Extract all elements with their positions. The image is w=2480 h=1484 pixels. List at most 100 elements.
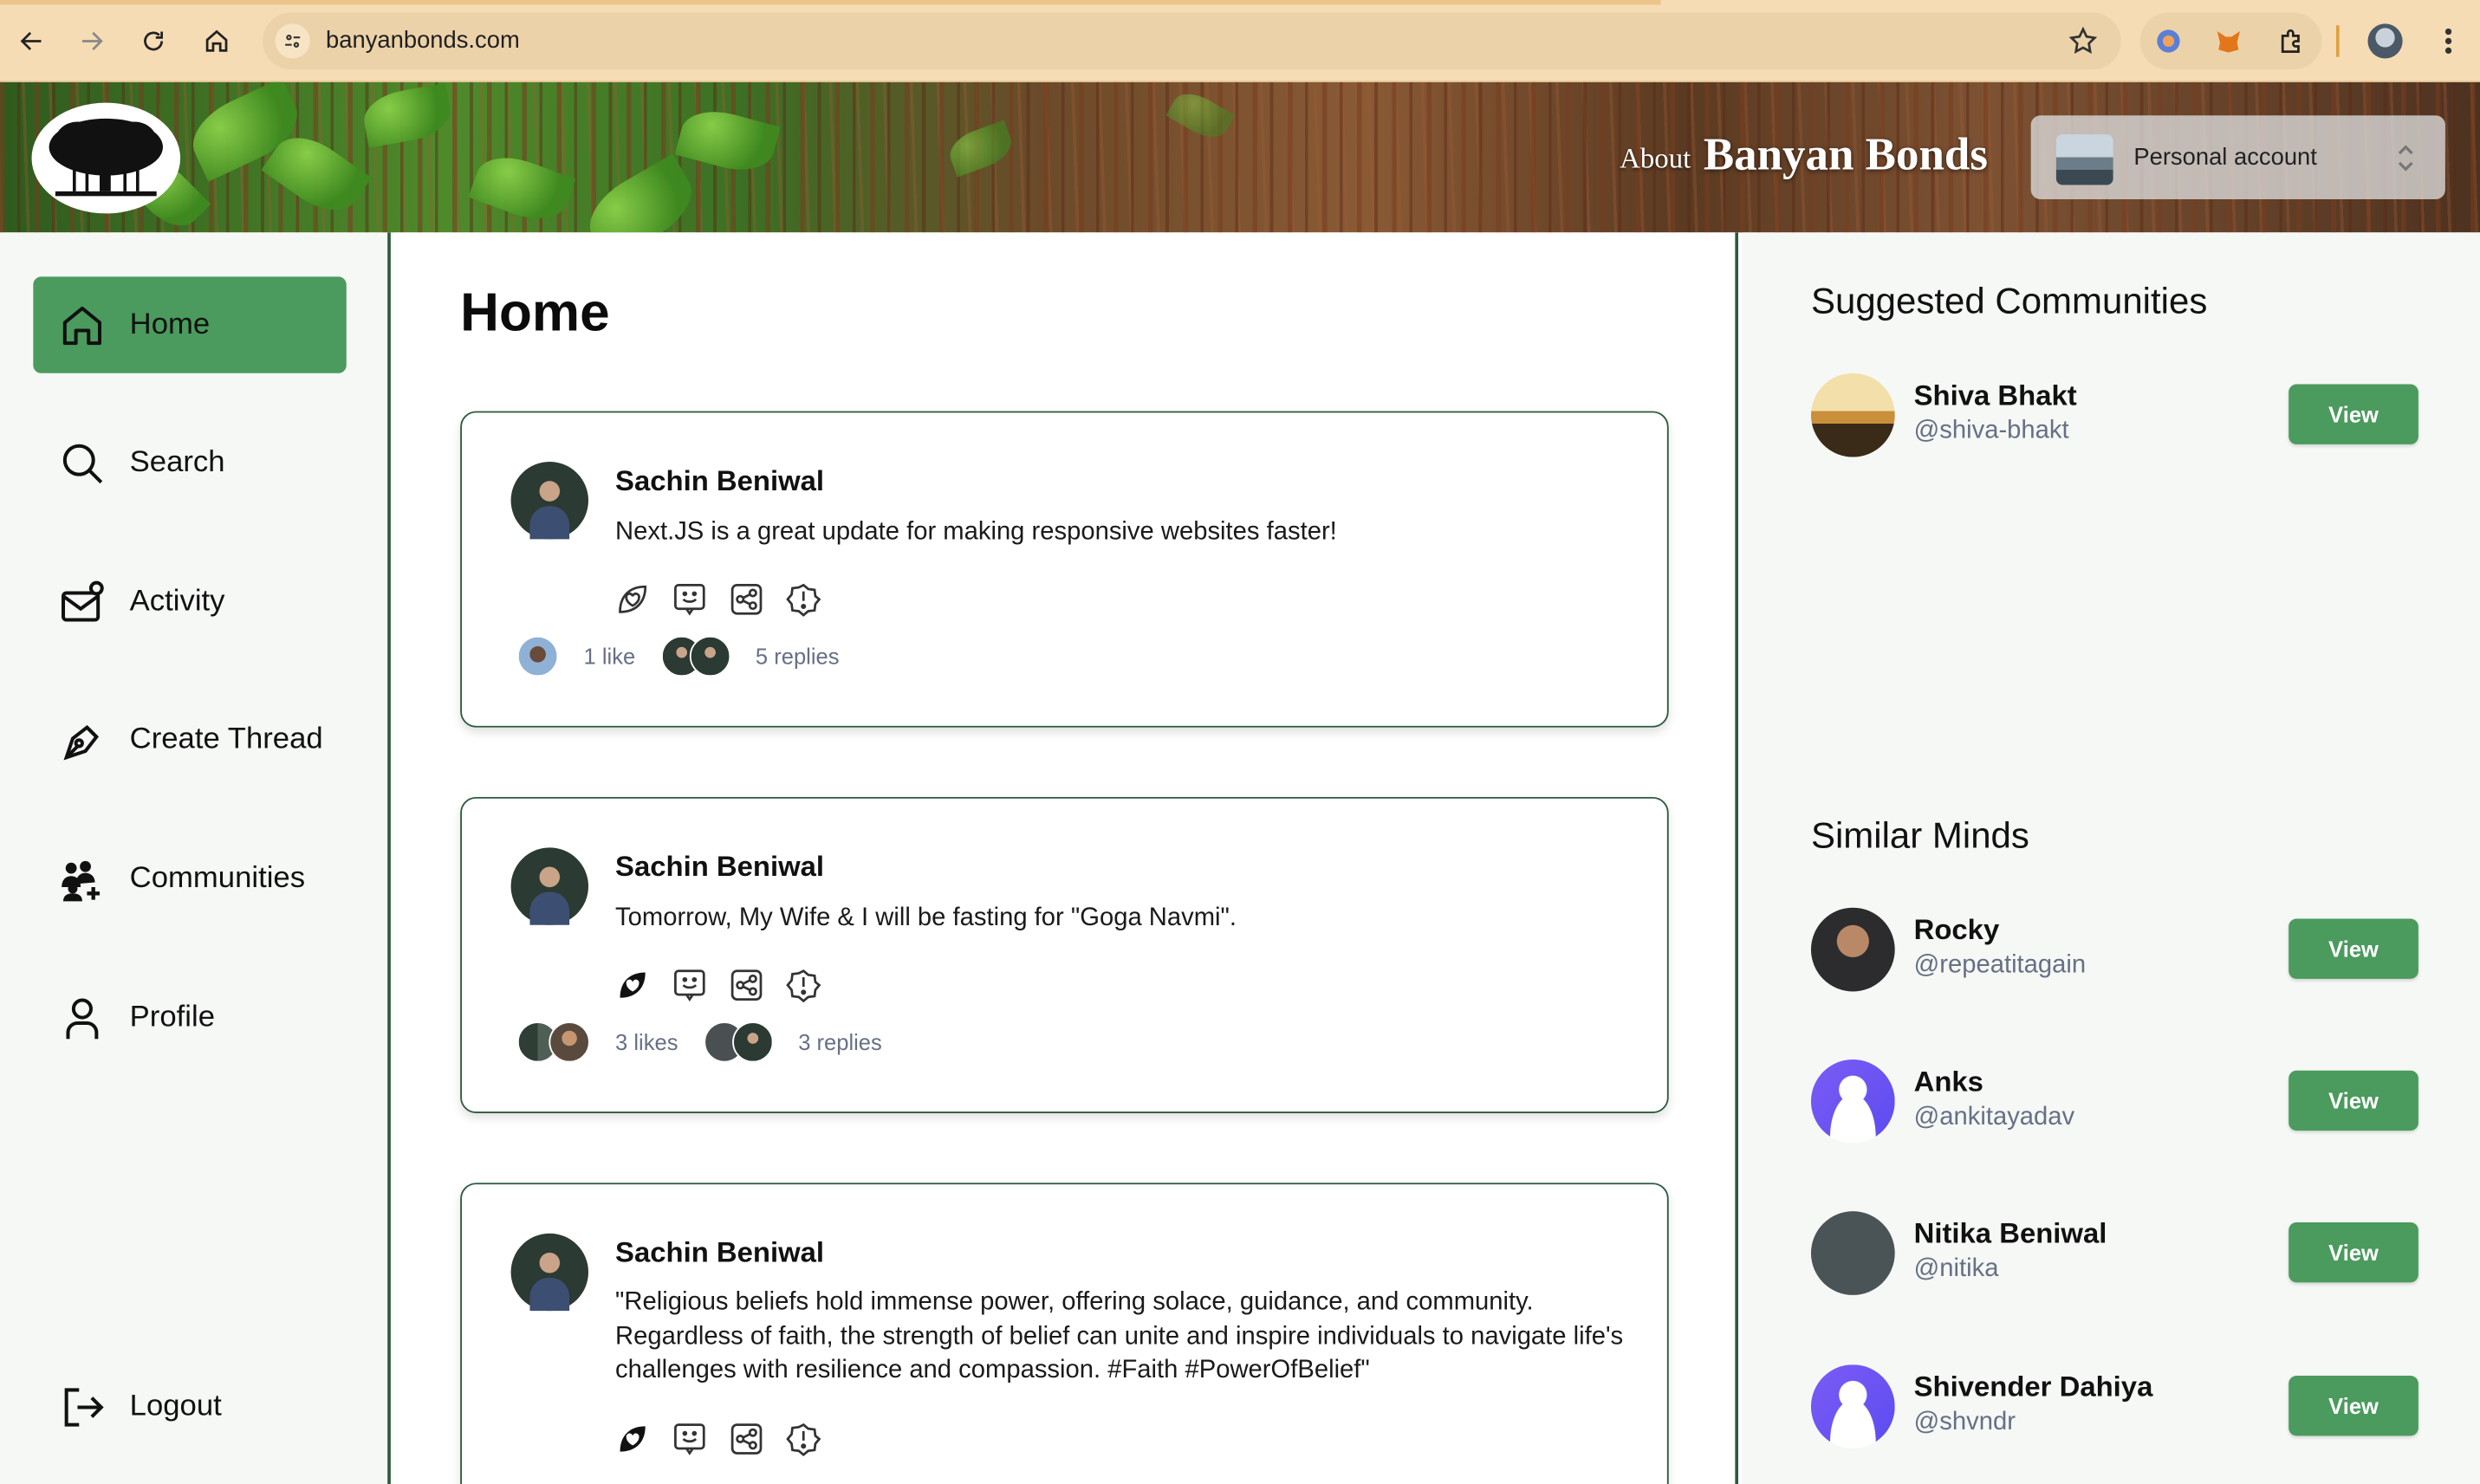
liker-avatar bbox=[549, 1021, 590, 1063]
similar-minds-title: Similar Minds bbox=[1810, 814, 2029, 856]
kebab-menu-icon[interactable] bbox=[2432, 23, 2464, 58]
heart-icon[interactable] bbox=[615, 582, 650, 617]
user-handle: @ankitayadav bbox=[1913, 1104, 2075, 1131]
user-name[interactable]: Anks bbox=[1914, 1066, 1983, 1098]
likes-count[interactable]: 3 likes bbox=[615, 1029, 678, 1054]
page: banyanbonds.com About Banyan Bonds Perso… bbox=[0, 0, 2480, 1484]
liker-avatar bbox=[516, 635, 559, 677]
author-name[interactable]: Sachin Beniwal bbox=[615, 851, 824, 884]
thread-card[interactable]: Sachin Beniwal Tomorrow, My Wife & I wil… bbox=[460, 796, 1669, 1114]
extension-icon[interactable] bbox=[2152, 25, 2185, 57]
community-row: Shiva Bhakt @shiva-bhakt View bbox=[1810, 373, 2418, 459]
logout-label: Logout bbox=[129, 1389, 222, 1422]
author-avatar[interactable] bbox=[510, 1233, 589, 1312]
activity-icon bbox=[62, 580, 104, 621]
communities-icon bbox=[62, 859, 100, 901]
author-name[interactable]: Sachin Beniwal bbox=[615, 465, 824, 498]
community-name[interactable]: Shiva Bhakt bbox=[1914, 379, 2077, 412]
account-label: Personal account bbox=[2133, 144, 2317, 172]
banyan-logo[interactable] bbox=[31, 102, 181, 214]
bookmark-star-icon[interactable] bbox=[2068, 25, 2100, 57]
sidebar-item-label: Communities bbox=[129, 860, 306, 895]
author-avatar[interactable] bbox=[510, 847, 589, 925]
share-icon[interactable] bbox=[729, 582, 763, 617]
page-load-progress bbox=[0, 0, 1661, 5]
browser-toolbar: banyanbonds.com bbox=[0, 0, 2480, 82]
thread-meta: 3 likes 3 replies bbox=[516, 1021, 882, 1063]
user-avatar[interactable] bbox=[1810, 1211, 1895, 1295]
logout-icon bbox=[64, 1387, 104, 1426]
replier-avatar bbox=[689, 635, 730, 677]
thread-text: Next.JS is a great update for making res… bbox=[615, 518, 1337, 546]
address-bar[interactable]: banyanbonds.com bbox=[262, 12, 2121, 70]
sidebar-item-home[interactable]: Home bbox=[33, 276, 347, 373]
user-handle: @shvndr bbox=[1913, 1409, 2016, 1436]
community-handle: @shiva-bhakt bbox=[1913, 417, 2069, 444]
profile-avatar[interactable] bbox=[2367, 23, 2403, 59]
share-icon[interactable] bbox=[729, 968, 763, 1002]
thread-text: Tomorrow, My Wife & I will be fasting fo… bbox=[615, 904, 1237, 932]
user-avatar[interactable] bbox=[1810, 1059, 1895, 1144]
user-icon bbox=[66, 997, 99, 1039]
main-feed: Home Sachin Beniwal Next.JS is a great u… bbox=[393, 232, 1739, 1484]
suggested-communities-title: Suggested Communities bbox=[1810, 280, 2208, 321]
sidebar-item-profile[interactable]: Profile bbox=[33, 969, 346, 1066]
replier-avatar bbox=[731, 1021, 774, 1063]
heart-filled-icon[interactable] bbox=[615, 968, 650, 1002]
community-avatar[interactable] bbox=[1810, 373, 1895, 457]
view-community-button[interactable]: View bbox=[2288, 384, 2418, 444]
author-avatar[interactable] bbox=[510, 461, 589, 540]
user-name[interactable]: Shivender Dahiya bbox=[1914, 1371, 2153, 1404]
user-name[interactable]: Nitika Beniwal bbox=[1914, 1217, 2107, 1250]
view-user-button[interactable]: View bbox=[2288, 918, 2418, 979]
sidebar-item-label: Home bbox=[129, 308, 211, 341]
user-row: Nitika Beniwal @nitika View bbox=[1810, 1211, 2418, 1297]
user-row: Rocky @repeatitagain View bbox=[1810, 907, 2418, 994]
reply-icon[interactable] bbox=[672, 582, 707, 617]
home-icon[interactable] bbox=[198, 23, 236, 61]
fox-extension-icon[interactable] bbox=[2213, 25, 2245, 57]
replies-count[interactable]: 3 replies bbox=[798, 1029, 882, 1054]
replies-count[interactable]: 5 replies bbox=[756, 644, 840, 669]
home-icon bbox=[62, 306, 102, 345]
thread-card[interactable]: Sachin Beniwal "Religious beliefs hold i… bbox=[460, 1183, 1669, 1484]
likes-count[interactable]: 1 like bbox=[584, 644, 636, 669]
user-handle: @nitika bbox=[1913, 1255, 1999, 1283]
page-title: Home bbox=[460, 282, 610, 344]
view-user-button[interactable]: View bbox=[2288, 1222, 2418, 1283]
account-switcher[interactable]: Personal account bbox=[2030, 115, 2445, 199]
brand-name: Banyan Bonds bbox=[1703, 129, 1988, 181]
thread-actions bbox=[615, 1422, 821, 1457]
heart-filled-icon[interactable] bbox=[615, 1422, 650, 1456]
user-avatar[interactable] bbox=[1810, 1364, 1895, 1448]
reply-icon[interactable] bbox=[672, 1422, 707, 1456]
back-icon[interactable] bbox=[13, 23, 51, 61]
view-user-button[interactable]: View bbox=[2288, 1070, 2418, 1131]
sidebar-item-create-thread[interactable]: Create Thread bbox=[33, 691, 346, 787]
sidebar-item-activity[interactable]: Activity bbox=[33, 554, 346, 650]
chevron-updown-icon bbox=[2398, 145, 2413, 172]
reload-icon[interactable] bbox=[134, 23, 172, 61]
user-name[interactable]: Rocky bbox=[1914, 914, 2000, 947]
thread-card[interactable]: Sachin Beniwal Next.JS is a great update… bbox=[460, 411, 1669, 728]
forward-icon[interactable] bbox=[73, 23, 111, 61]
sidebar-item-search[interactable]: Search bbox=[33, 414, 346, 510]
report-icon[interactable] bbox=[786, 968, 821, 1003]
about-link[interactable]: About bbox=[1620, 142, 1691, 175]
user-handle: @repeatitagain bbox=[1913, 951, 2087, 979]
puzzle-icon[interactable] bbox=[2276, 25, 2308, 57]
report-icon[interactable] bbox=[786, 582, 821, 617]
user-avatar[interactable] bbox=[1810, 907, 1895, 992]
share-icon[interactable] bbox=[729, 1422, 763, 1456]
logout-button[interactable]: Logout bbox=[33, 1358, 346, 1455]
pen-icon bbox=[63, 724, 100, 760]
thread-meta: 1 like 5 replies bbox=[516, 635, 840, 677]
reply-icon[interactable] bbox=[672, 968, 707, 1002]
site-settings-icon[interactable] bbox=[275, 23, 310, 59]
view-user-button[interactable]: View bbox=[2288, 1376, 2418, 1436]
search-icon bbox=[62, 443, 103, 483]
author-name[interactable]: Sachin Beniwal bbox=[615, 1236, 824, 1269]
report-icon[interactable] bbox=[786, 1422, 821, 1457]
thread-actions bbox=[615, 968, 821, 1003]
sidebar-item-communities[interactable]: Communities bbox=[33, 830, 346, 926]
